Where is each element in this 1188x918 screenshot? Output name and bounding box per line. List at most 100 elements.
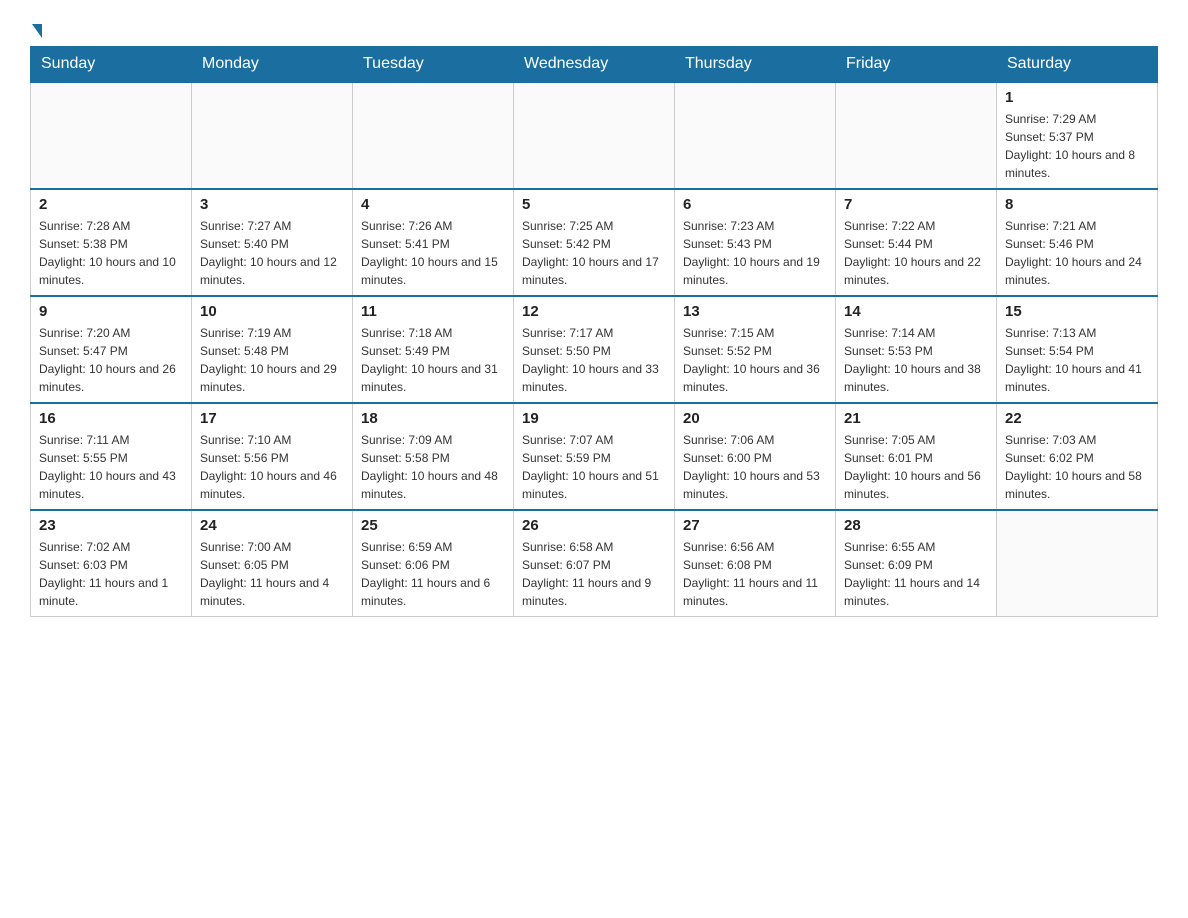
calendar-cell: 21Sunrise: 7:05 AM Sunset: 6:01 PM Dayli…	[836, 403, 997, 510]
calendar-cell: 28Sunrise: 6:55 AM Sunset: 6:09 PM Dayli…	[836, 510, 997, 617]
calendar-cell	[836, 82, 997, 189]
calendar-cell	[192, 82, 353, 189]
calendar-cell	[31, 82, 192, 189]
day-info: Sunrise: 7:15 AM Sunset: 5:52 PM Dayligh…	[683, 324, 827, 396]
day-info: Sunrise: 7:17 AM Sunset: 5:50 PM Dayligh…	[522, 324, 666, 396]
day-info: Sunrise: 6:56 AM Sunset: 6:08 PM Dayligh…	[683, 538, 827, 610]
day-number: 18	[361, 410, 505, 427]
calendar-cell	[353, 82, 514, 189]
day-number: 16	[39, 410, 183, 427]
day-info: Sunrise: 7:26 AM Sunset: 5:41 PM Dayligh…	[361, 217, 505, 289]
day-of-week-header: Wednesday	[514, 47, 675, 83]
day-info: Sunrise: 7:23 AM Sunset: 5:43 PM Dayligh…	[683, 217, 827, 289]
calendar-cell	[675, 82, 836, 189]
day-number: 14	[844, 303, 988, 320]
calendar-week-row: 23 Sunrise: 7:02 AM Sunset: 6:03 PM Dayli…	[31, 510, 1158, 617]
day-number: 12	[522, 303, 666, 320]
calendar-table: SundayMondayTuesdayWednesdayThursdayFrid…	[30, 46, 1158, 617]
calendar-week-row: 2 Sunrise: 7:28 AM Sunset: 5:38 PM Daylig…	[31, 189, 1158, 296]
calendar-cell: 7 Sunrise: 7:22 AM Sunset: 5:44 PM Daylig…	[836, 189, 997, 296]
calendar-header-row: SundayMondayTuesdayWednesdayThursdayFrid…	[31, 47, 1158, 83]
day-number: 3	[200, 196, 344, 213]
day-number: 27	[683, 517, 827, 534]
calendar-cell: 2 Sunrise: 7:28 AM Sunset: 5:38 PM Daylig…	[31, 189, 192, 296]
day-number: 8	[1005, 196, 1149, 213]
day-number: 26	[522, 517, 666, 534]
calendar-cell: 25 Sunrise: 6:59 AM Sunset: 6:06 PM Dayli…	[353, 510, 514, 617]
calendar-cell: 5 Sunrise: 7:25 AM Sunset: 5:42 PM Daylig…	[514, 189, 675, 296]
day-number: 15	[1005, 303, 1149, 320]
day-info: Sunrise: 6:55 AM Sunset: 6:09 PM Dayligh…	[844, 538, 988, 610]
day-info: Sunrise: 7:22 AM Sunset: 5:44 PM Dayligh…	[844, 217, 988, 289]
day-info: Sunrise: 7:13 AM Sunset: 5:54 PM Dayligh…	[1005, 324, 1149, 396]
day-number: 25	[361, 517, 505, 534]
calendar-cell: 9 Sunrise: 7:20 AM Sunset: 5:47 PM Daylig…	[31, 296, 192, 403]
calendar-cell: 14 Sunrise: 7:14 AM Sunset: 5:53 PM Dayli…	[836, 296, 997, 403]
day-info: Sunrise: 7:07 AM Sunset: 5:59 PM Dayligh…	[522, 431, 666, 503]
day-info: Sunrise: 7:21 AM Sunset: 5:46 PM Dayligh…	[1005, 217, 1149, 289]
calendar-cell	[997, 510, 1158, 617]
day-info: Sunrise: 7:20 AM Sunset: 5:47 PM Dayligh…	[39, 324, 183, 396]
page-header	[30, 20, 1158, 36]
day-info: Sunrise: 7:19 AM Sunset: 5:48 PM Dayligh…	[200, 324, 344, 396]
calendar-week-row: 1 Sunrise: 7:29 AM Sunset: 5:37 PM Daylig…	[31, 82, 1158, 189]
day-info: Sunrise: 7:02 AM Sunset: 6:03 PM Dayligh…	[39, 538, 183, 610]
calendar-cell: 22 Sunrise: 7:03 AM Sunset: 6:02 PM Dayli…	[997, 403, 1158, 510]
calendar-cell: 8 Sunrise: 7:21 AM Sunset: 5:46 PM Daylig…	[997, 189, 1158, 296]
calendar-cell: 11 Sunrise: 7:18 AM Sunset: 5:49 PM Dayli…	[353, 296, 514, 403]
day-number: 13	[683, 303, 827, 320]
calendar-cell: 19Sunrise: 7:07 AM Sunset: 5:59 PM Dayli…	[514, 403, 675, 510]
day-of-week-header: Saturday	[997, 47, 1158, 83]
calendar-cell: 4 Sunrise: 7:26 AM Sunset: 5:41 PM Daylig…	[353, 189, 514, 296]
day-info: Sunrise: 7:09 AM Sunset: 5:58 PM Dayligh…	[361, 431, 505, 503]
day-of-week-header: Friday	[836, 47, 997, 83]
day-of-week-header: Tuesday	[353, 47, 514, 83]
day-info: Sunrise: 7:11 AM Sunset: 5:55 PM Dayligh…	[39, 431, 183, 503]
day-info: Sunrise: 7:03 AM Sunset: 6:02 PM Dayligh…	[1005, 431, 1149, 503]
day-info: Sunrise: 7:28 AM Sunset: 5:38 PM Dayligh…	[39, 217, 183, 289]
day-of-week-header: Sunday	[31, 47, 192, 83]
day-number: 2	[39, 196, 183, 213]
calendar-cell: 6 Sunrise: 7:23 AM Sunset: 5:43 PM Daylig…	[675, 189, 836, 296]
day-number: 6	[683, 196, 827, 213]
day-info: Sunrise: 7:05 AM Sunset: 6:01 PM Dayligh…	[844, 431, 988, 503]
day-number: 20	[683, 410, 827, 427]
day-number: 1	[1005, 89, 1149, 106]
day-number: 5	[522, 196, 666, 213]
calendar-cell: 17 Sunrise: 7:10 AM Sunset: 5:56 PM Dayli…	[192, 403, 353, 510]
calendar-cell: 1 Sunrise: 7:29 AM Sunset: 5:37 PM Daylig…	[997, 82, 1158, 189]
day-info: Sunrise: 6:59 AM Sunset: 6:06 PM Dayligh…	[361, 538, 505, 610]
day-number: 7	[844, 196, 988, 213]
day-info: Sunrise: 7:10 AM Sunset: 5:56 PM Dayligh…	[200, 431, 344, 503]
day-of-week-header: Monday	[192, 47, 353, 83]
day-info: Sunrise: 7:00 AM Sunset: 6:05 PM Dayligh…	[200, 538, 344, 610]
calendar-cell: 23 Sunrise: 7:02 AM Sunset: 6:03 PM Dayli…	[31, 510, 192, 617]
day-number: 11	[361, 303, 505, 320]
day-number: 23	[39, 517, 183, 534]
calendar-cell	[514, 82, 675, 189]
day-info: Sunrise: 7:14 AM Sunset: 5:53 PM Dayligh…	[844, 324, 988, 396]
calendar-cell: 18 Sunrise: 7:09 AM Sunset: 5:58 PM Dayli…	[353, 403, 514, 510]
calendar-cell: 12 Sunrise: 7:17 AM Sunset: 5:50 PM Dayli…	[514, 296, 675, 403]
day-info: Sunrise: 6:58 AM Sunset: 6:07 PM Dayligh…	[522, 538, 666, 610]
day-info: Sunrise: 7:25 AM Sunset: 5:42 PM Dayligh…	[522, 217, 666, 289]
calendar-cell: 15 Sunrise: 7:13 AM Sunset: 5:54 PM Dayli…	[997, 296, 1158, 403]
day-info: Sunrise: 7:06 AM Sunset: 6:00 PM Dayligh…	[683, 431, 827, 503]
day-of-week-header: Thursday	[675, 47, 836, 83]
day-number: 9	[39, 303, 183, 320]
day-number: 10	[200, 303, 344, 320]
logo-arrow-icon	[32, 24, 42, 38]
calendar-cell: 10 Sunrise: 7:19 AM Sunset: 5:48 PM Dayli…	[192, 296, 353, 403]
day-number: 24	[200, 517, 344, 534]
calendar-cell: 27 Sunrise: 6:56 AM Sunset: 6:08 PM Dayli…	[675, 510, 836, 617]
calendar-cell: 16 Sunrise: 7:11 AM Sunset: 5:55 PM Dayli…	[31, 403, 192, 510]
day-number: 22	[1005, 410, 1149, 427]
day-info: Sunrise: 7:29 AM Sunset: 5:37 PM Dayligh…	[1005, 110, 1149, 182]
logo	[30, 20, 42, 36]
day-info: Sunrise: 7:27 AM Sunset: 5:40 PM Dayligh…	[200, 217, 344, 289]
day-number: 17	[200, 410, 344, 427]
calendar-cell: 3 Sunrise: 7:27 AM Sunset: 5:40 PM Daylig…	[192, 189, 353, 296]
calendar-cell: 13 Sunrise: 7:15 AM Sunset: 5:52 PM Dayli…	[675, 296, 836, 403]
day-info: Sunrise: 7:18 AM Sunset: 5:49 PM Dayligh…	[361, 324, 505, 396]
day-number: 4	[361, 196, 505, 213]
